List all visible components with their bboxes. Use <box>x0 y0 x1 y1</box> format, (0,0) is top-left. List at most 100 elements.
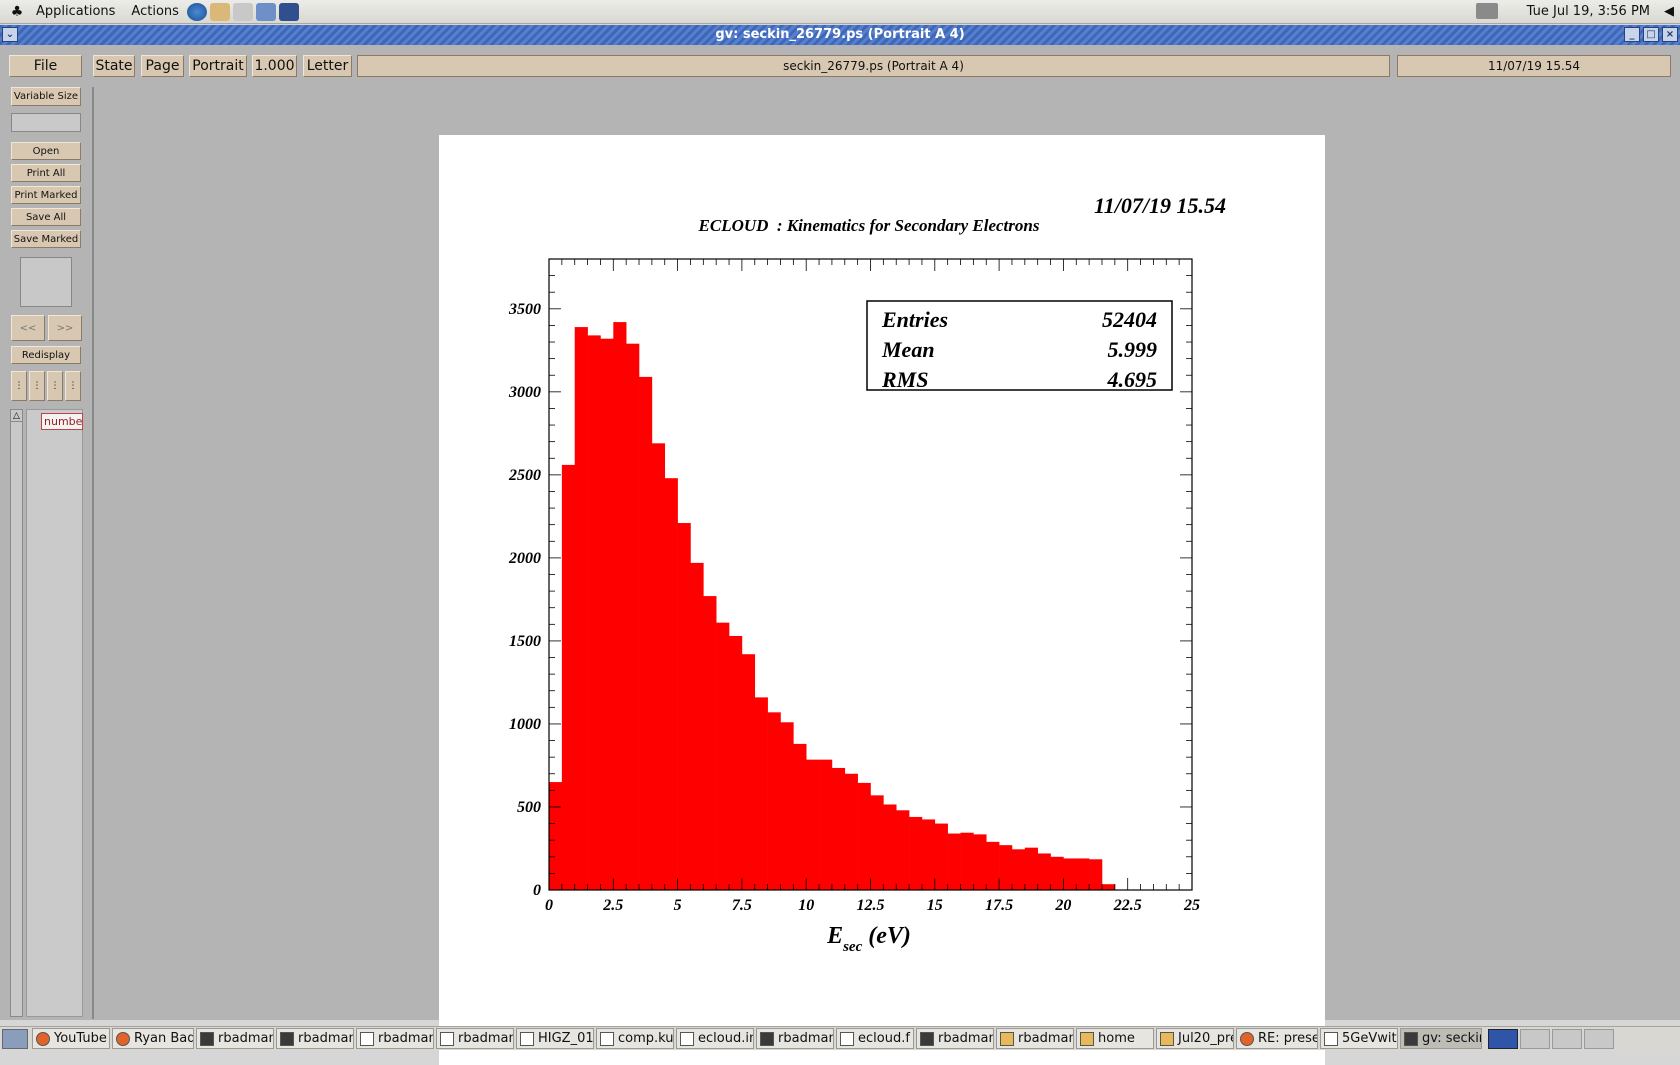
taskbar-item-label: comp.kum <box>618 1031 674 1046</box>
histogram-bar <box>741 654 756 890</box>
taskbar-item[interactable]: rbadman <box>996 1028 1074 1049</box>
taskbar-item[interactable]: Jul20_pre <box>1156 1028 1234 1049</box>
folder-icon <box>1080 1031 1094 1046</box>
taskbar-item-label: YouTube <box>54 1031 107 1046</box>
histogram-bar <box>793 743 807 890</box>
presentation-launcher-icon[interactable] <box>255 2 276 21</box>
minimize-icon[interactable]: _ <box>1624 27 1640 42</box>
histogram-bar <box>690 562 704 890</box>
doc-icon <box>600 1031 614 1046</box>
toc-item[interactable]: numbe <box>41 413 83 430</box>
histogram-bar <box>767 712 781 890</box>
taskbar-item[interactable]: rbadman@ <box>756 1028 834 1049</box>
page-button[interactable]: Page <box>141 55 184 77</box>
histogram-bar <box>831 767 846 890</box>
document-label: seckin_26779.ps (Portrait A 4) <box>357 55 1390 77</box>
x-tick-label: 25 <box>1183 897 1200 914</box>
workspace-4[interactable] <box>1584 1028 1614 1049</box>
save-all-button[interactable]: Save All <box>11 208 81 226</box>
doc-icon <box>680 1031 694 1046</box>
workspace-switcher[interactable] <box>1488 1028 1518 1049</box>
table-of-contents[interactable]: numbe <box>26 409 83 1017</box>
taskbar-item[interactable]: ecloud.f - <box>836 1028 914 1049</box>
histogram-bar <box>934 823 948 890</box>
taskbar-item[interactable]: rbadman@ <box>356 1028 434 1049</box>
orientation-button[interactable]: Portrait <box>189 55 247 77</box>
taskbar-item[interactable]: home <box>1076 1028 1154 1049</box>
taskbar-item[interactable]: YouTube <box>32 1028 110 1049</box>
terminal-launcher-icon[interactable] <box>278 2 299 21</box>
taskbar-item[interactable]: rbadman@ <box>436 1028 514 1049</box>
scale-button[interactable]: 1.000 <box>252 55 297 77</box>
paper-size-button[interactable]: Letter <box>303 55 352 77</box>
actions-menu[interactable]: Actions <box>123 4 187 19</box>
taskbar-item-label: HIGZ_01 <box>538 1031 594 1046</box>
taskbar-item[interactable]: comp.kum <box>596 1028 674 1049</box>
show-desktop-icon[interactable] <box>2 1028 28 1049</box>
histogram-bar <box>1050 856 1064 890</box>
terminal-icon <box>920 1031 934 1046</box>
maximize-icon[interactable]: □ <box>1643 27 1659 42</box>
printer-icon[interactable] <box>1476 3 1498 19</box>
firefox-icon <box>1240 1031 1254 1046</box>
gnome-foot-icon[interactable]: ♣ <box>6 2 28 22</box>
file-button[interactable]: File <box>9 55 82 77</box>
volume-icon[interactable]: ◀ <box>1664 4 1674 19</box>
mark-current-icon[interactable]: ⋮ <box>47 371 63 401</box>
taskbar-item[interactable]: gv: seckin <box>1400 1028 1482 1049</box>
writer-launcher-icon[interactable] <box>232 2 253 21</box>
doc-icon <box>440 1031 454 1046</box>
print-marked-button[interactable]: Print Marked <box>11 186 81 204</box>
page-number-field[interactable] <box>11 113 81 132</box>
taskbar-item[interactable]: ecloud.inp <box>676 1028 754 1049</box>
chart-title: ECLOUD : Kinematics for Secondary Electr… <box>698 216 1040 235</box>
browser-launcher-icon[interactable] <box>186 2 207 21</box>
unmark-all-icon[interactable]: ⋮ <box>65 371 81 401</box>
clock[interactable]: Tue Jul 19, 3:56 PM <box>1527 4 1650 19</box>
histogram-bar <box>883 804 897 890</box>
taskbar-item[interactable]: Ryan Badr <box>112 1028 194 1049</box>
redisplay-button[interactable]: Redisplay <box>11 346 81 364</box>
x-axis-label-unit: (eV) <box>862 923 911 949</box>
mail-launcher-icon[interactable] <box>209 2 230 21</box>
histogram-bar <box>960 832 974 890</box>
terminal-icon <box>280 1031 294 1046</box>
firefox-icon <box>116 1031 130 1046</box>
open-button[interactable]: Open <box>11 142 81 160</box>
mark-even-icon[interactable]: ⋮ <box>29 371 45 401</box>
histogram-bar <box>600 338 614 890</box>
window-titlebar[interactable]: ⌄ gv: seckin_26779.ps (Portrait A 4) _ □… <box>0 25 1680 45</box>
x-axis-label: Esec (eV) <box>826 923 911 955</box>
close-icon[interactable]: × <box>1662 27 1678 42</box>
variable-size-button[interactable]: Variable Size <box>11 87 81 106</box>
taskbar-item[interactable]: rbadman@ <box>916 1028 994 1049</box>
print-all-button[interactable]: Print All <box>11 164 81 182</box>
workspace-2[interactable] <box>1520 1028 1550 1049</box>
histogram-bar <box>703 596 717 890</box>
histogram-bar <box>1011 849 1026 890</box>
taskbar-item[interactable]: HIGZ_01 <box>516 1028 594 1049</box>
next-page-button[interactable]: >> <box>48 315 82 341</box>
prev-page-button[interactable]: << <box>11 315 45 341</box>
document-page: 11/07/19 15.54 ECLOUD : Kinematics for S… <box>439 135 1325 1065</box>
taskbar-item[interactable]: 5GeVwitn <box>1320 1028 1398 1049</box>
histogram-bar <box>819 759 833 890</box>
taskbar-item-label: rbadman@ <box>938 1031 993 1046</box>
taskbar-item[interactable]: rbadman@ <box>196 1028 274 1049</box>
save-marked-button[interactable]: Save Marked <box>11 230 81 248</box>
mark-odd-icon[interactable]: ⋮ <box>11 371 27 401</box>
stats-mean-value: 5.999 <box>1108 337 1158 362</box>
x-tick-labels: 0 2.5 5 7.5 10 12.5 15 17.5 20 22.5 25 <box>545 897 1200 914</box>
y-tick-label: 500 <box>517 799 541 816</box>
taskbar-item[interactable]: RE: preser <box>1236 1028 1318 1049</box>
workspace-3[interactable] <box>1552 1028 1582 1049</box>
applications-menu[interactable]: Applications <box>28 4 123 19</box>
state-button[interactable]: State <box>93 55 135 77</box>
toc-scrollbar[interactable]: △ <box>10 409 23 1017</box>
page-panner[interactable] <box>20 257 72 307</box>
window-menu-icon[interactable]: ⌄ <box>2 27 18 42</box>
taskbar-item[interactable]: rbadman@ <box>276 1028 354 1049</box>
histogram-bar <box>857 782 871 890</box>
doc-icon <box>520 1031 534 1046</box>
scroll-up-icon[interactable]: △ <box>11 410 22 422</box>
